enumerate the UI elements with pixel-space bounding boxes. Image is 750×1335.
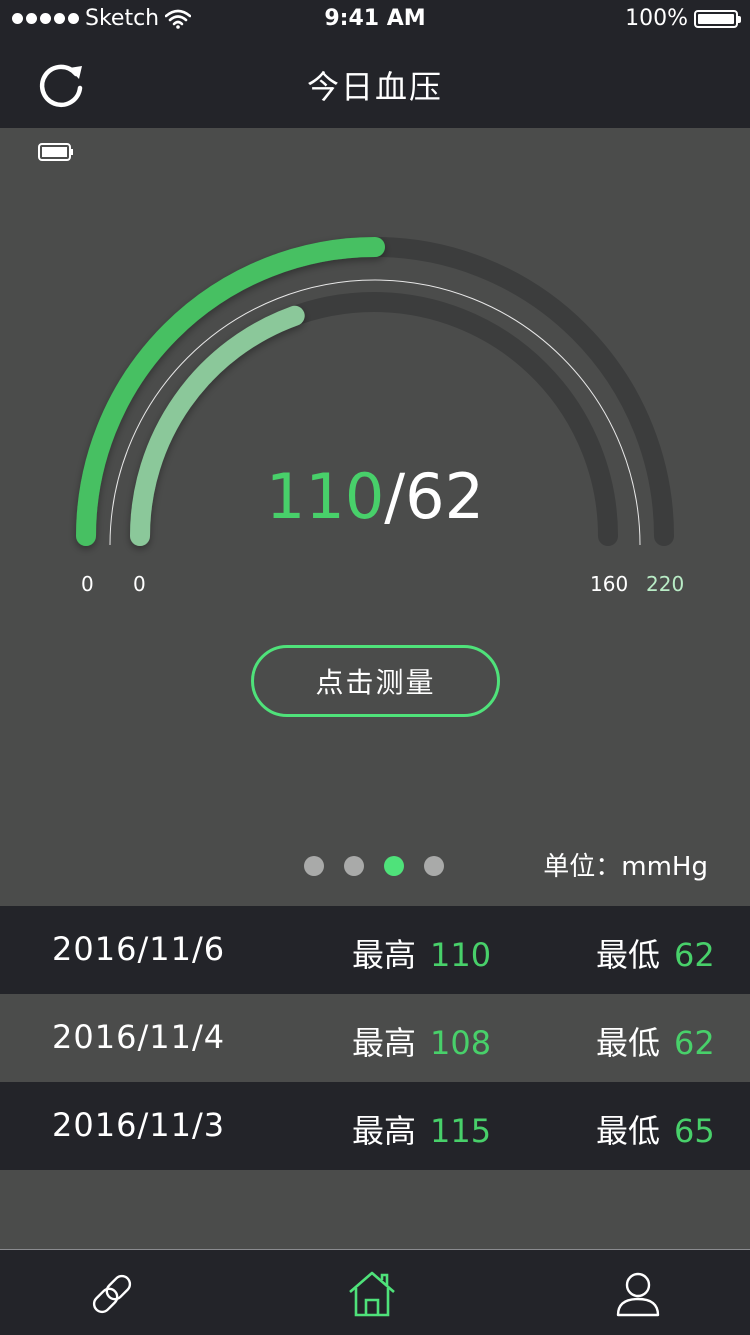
history-high: 最高 115 — [352, 1106, 491, 1152]
history-high: 最高 110 — [352, 930, 491, 976]
high-label: 最高 — [352, 1024, 417, 1062]
link-icon — [92, 1274, 132, 1314]
page-dot[interactable] — [344, 856, 364, 876]
pressure-reading: 110/62 — [0, 460, 750, 533]
history-low: 最低 62 — [596, 1018, 715, 1064]
history-date: 2016/11/3 — [52, 1106, 226, 1144]
systolic-value: 110 — [265, 460, 385, 533]
history-high: 最高 108 — [352, 1018, 491, 1064]
reading-separator: / — [384, 460, 406, 533]
diastolic-value: 62 — [405, 460, 485, 533]
history-list: 2016/11/6 最高 110 最低 62 2016/11/4 最高 108 最低 6… — [0, 906, 750, 1170]
tab-home[interactable] — [346, 1268, 398, 1320]
high-value: 110 — [430, 936, 492, 974]
page-indicator[interactable] — [304, 856, 444, 876]
history-date: 2016/11/6 — [52, 930, 226, 968]
tab-link[interactable] — [86, 1268, 138, 1320]
measure-button[interactable]: 点击测量 — [251, 645, 500, 717]
home-icon — [349, 1271, 395, 1317]
high-label: 最高 — [352, 936, 417, 974]
low-value: 62 — [674, 1024, 715, 1062]
low-label: 最低 — [596, 1024, 661, 1062]
outer-max-label: 220 — [646, 572, 685, 596]
tab-bar — [0, 1249, 750, 1335]
history-row[interactable]: 2016/11/4 最高 108 最低 62 — [0, 994, 750, 1082]
low-value: 65 — [674, 1112, 715, 1150]
high-label: 最高 — [352, 1112, 417, 1150]
tab-profile[interactable] — [612, 1268, 664, 1320]
inner-min-label: 0 — [133, 572, 146, 596]
page-dot[interactable] — [304, 856, 324, 876]
history-date: 2016/11/4 — [52, 1018, 226, 1056]
page-dot[interactable] — [424, 856, 444, 876]
outer-min-label: 0 — [81, 572, 94, 596]
page-dot-active[interactable] — [384, 856, 404, 876]
history-row[interactable]: 2016/11/6 最高 110 最低 62 — [0, 906, 750, 994]
low-label: 最低 — [596, 936, 661, 974]
history-low: 最低 62 — [596, 930, 715, 976]
unit-label: 单位：mmHg — [543, 852, 708, 882]
user-icon — [616, 1272, 660, 1317]
history-low: 最低 65 — [596, 1106, 715, 1152]
low-label: 最低 — [596, 1112, 661, 1150]
blood-pressure-gauge — [76, 237, 674, 546]
high-value: 115 — [430, 1112, 492, 1150]
high-value: 108 — [430, 1024, 492, 1062]
history-row[interactable]: 2016/11/3 最高 115 最低 65 — [0, 1082, 750, 1170]
inner-max-label: 160 — [590, 572, 629, 596]
low-value: 62 — [674, 936, 715, 974]
